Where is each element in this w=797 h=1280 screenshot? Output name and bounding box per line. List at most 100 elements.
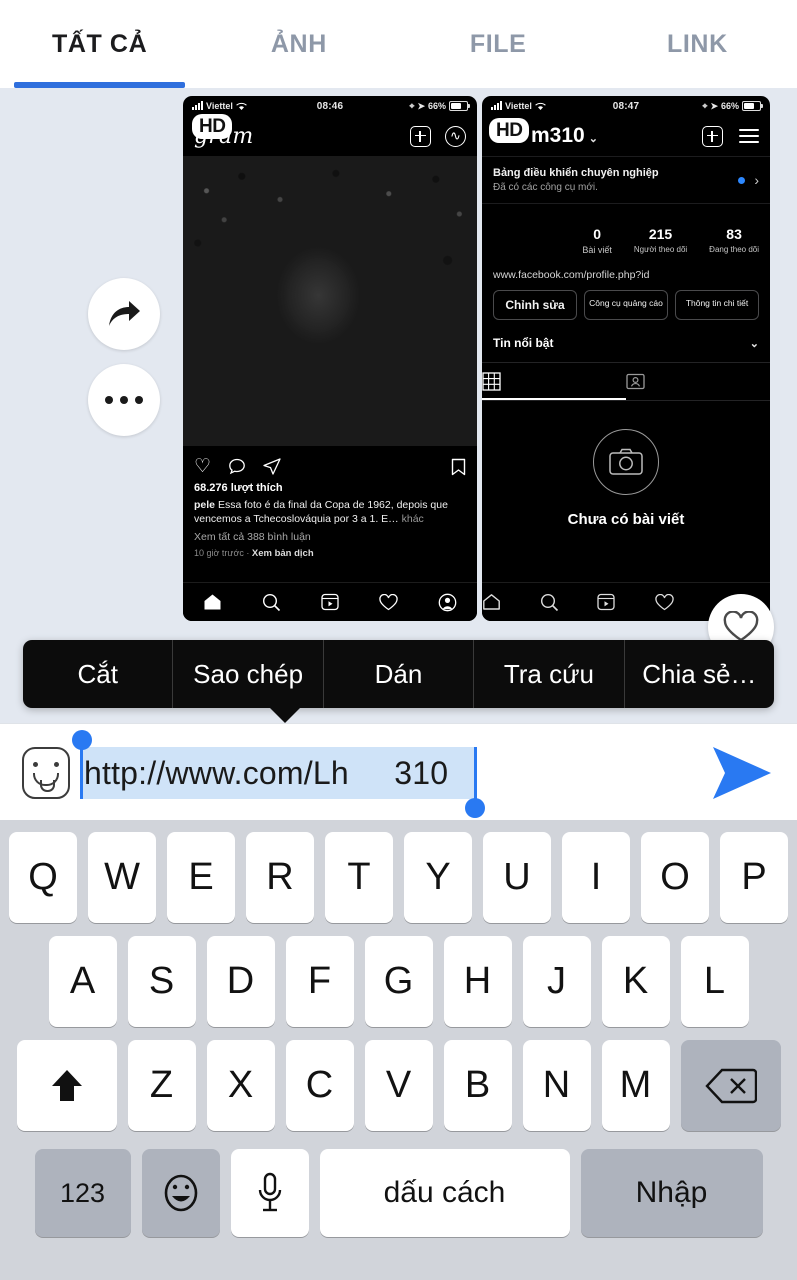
message-attachment-area: Viettel 08:46 ⌖ ➤ 66% HD gram ∿ bbox=[0, 88, 797, 723]
key-k[interactable]: K bbox=[601, 936, 670, 1027]
key-b[interactable]: B bbox=[443, 1040, 512, 1131]
key-n[interactable]: N bbox=[522, 1040, 591, 1131]
key-v[interactable]: V bbox=[364, 1040, 433, 1131]
pro-banner-indicator: › bbox=[738, 172, 759, 188]
key-i[interactable]: I bbox=[562, 832, 630, 923]
see-translation-link[interactable]: Xem bản dịch bbox=[252, 548, 314, 559]
stat-followers[interactable]: 215 Người theo dõi bbox=[634, 226, 687, 255]
menu-item-lookup[interactable]: Tra cứu bbox=[474, 640, 625, 708]
selection-start-handle[interactable] bbox=[72, 730, 92, 750]
selection-end-handle[interactable] bbox=[465, 798, 485, 818]
tab-tagged[interactable] bbox=[626, 363, 770, 400]
key-x[interactable]: X bbox=[206, 1040, 275, 1131]
profile-icon[interactable] bbox=[438, 593, 457, 612]
menu-item-cut[interactable]: Cắt bbox=[23, 640, 174, 708]
shift-key[interactable] bbox=[16, 1040, 117, 1131]
caption-author[interactable]: pele bbox=[194, 499, 215, 511]
tab-grid[interactable] bbox=[482, 363, 626, 400]
battery-percent: 66% bbox=[721, 101, 740, 111]
key-z[interactable]: Z bbox=[127, 1040, 196, 1131]
search-icon[interactable] bbox=[262, 593, 281, 612]
key-t[interactable]: T bbox=[325, 832, 393, 923]
dictation-key[interactable] bbox=[230, 1149, 309, 1237]
instagram-post-actions: ♡ bbox=[183, 446, 477, 482]
heart-icon[interactable] bbox=[655, 593, 713, 611]
key-g[interactable]: G bbox=[364, 936, 433, 1027]
attachment-screenshot-profile[interactable]: Viettel 08:47 ⌖ ➤ 66% HD m310 ⌄ Bảng điề… bbox=[482, 96, 770, 621]
save-icon[interactable] bbox=[451, 458, 466, 476]
emoji-keyboard-key[interactable] bbox=[141, 1149, 220, 1237]
key-j[interactable]: J bbox=[522, 936, 591, 1027]
menu-icon[interactable] bbox=[739, 129, 759, 143]
home-icon[interactable] bbox=[203, 593, 222, 611]
key-f[interactable]: F bbox=[285, 936, 354, 1027]
forward-arrow-icon bbox=[107, 299, 141, 329]
forward-button[interactable] bbox=[88, 278, 160, 350]
stat-following-label: Đang theo dõi bbox=[709, 245, 759, 254]
profile-name-block[interactable]: HD m310 ⌄ bbox=[489, 118, 598, 148]
menu-item-share[interactable]: Chia sẻ… bbox=[625, 640, 774, 708]
key-p[interactable]: P bbox=[720, 832, 788, 923]
status-bar-right: ⌖ ➤ 66% bbox=[343, 101, 471, 112]
backspace-key[interactable] bbox=[680, 1040, 781, 1131]
message-text-field[interactable]: http://www.com/Lh 310 bbox=[72, 724, 687, 821]
more-options-button[interactable] bbox=[88, 364, 160, 436]
view-comments-link[interactable]: Xem tất cả 388 bình luận bbox=[194, 531, 466, 543]
tab-all[interactable]: TẤT CẢ bbox=[0, 0, 199, 88]
numbers-key[interactable]: 123 bbox=[34, 1149, 131, 1237]
instagram-header: HD gram ∿ bbox=[183, 113, 477, 156]
tab-links[interactable]: LINK bbox=[598, 0, 797, 88]
enter-key[interactable]: Nhập bbox=[580, 1149, 763, 1237]
emoji-sticker-button[interactable] bbox=[22, 746, 70, 799]
attachment-filter-tabs: TẤT CẢ ẢNH FILE LINK bbox=[0, 0, 797, 88]
share-icon[interactable] bbox=[263, 457, 281, 476]
carrier-label: Viettel bbox=[206, 101, 233, 111]
caption-more-link[interactable]: khác bbox=[402, 513, 424, 525]
key-w[interactable]: W bbox=[88, 832, 156, 923]
like-icon[interactable]: ♡ bbox=[194, 455, 211, 478]
add-post-icon[interactable] bbox=[702, 125, 723, 147]
reels-icon[interactable] bbox=[597, 593, 655, 611]
more-options-icon bbox=[105, 396, 143, 404]
key-u[interactable]: U bbox=[483, 832, 551, 923]
key-r[interactable]: R bbox=[246, 832, 314, 923]
insights-button[interactable]: Thông tin chi tiết bbox=[675, 290, 759, 320]
ad-tools-button[interactable]: Công cụ quảng cáo bbox=[584, 290, 668, 320]
profile-stats: 0 Bài viết 215 Người theo dõi 83 Đang th… bbox=[482, 204, 770, 269]
key-a[interactable]: A bbox=[48, 936, 117, 1027]
key-m[interactable]: M bbox=[601, 1040, 670, 1131]
professional-dashboard-banner[interactable]: Bảng điều khiển chuyên nghiệp Đã có các … bbox=[482, 156, 770, 204]
menu-item-copy[interactable]: Sao chép bbox=[173, 640, 324, 708]
stat-posts[interactable]: 0 Bài viết bbox=[582, 226, 612, 255]
like-count: 68.276 lượt thích bbox=[194, 482, 283, 494]
key-e[interactable]: E bbox=[167, 832, 235, 923]
space-key[interactable]: dấu cách bbox=[319, 1149, 570, 1237]
key-l[interactable]: L bbox=[680, 936, 749, 1027]
profile-website-link[interactable]: www.facebook.com/profile.php?id bbox=[482, 269, 770, 290]
key-q[interactable]: Q bbox=[9, 832, 77, 923]
key-y[interactable]: Y bbox=[404, 832, 472, 923]
messenger-icon[interactable]: ∿ bbox=[445, 125, 466, 147]
stat-following[interactable]: 83 Đang theo dõi bbox=[709, 226, 759, 255]
send-icon bbox=[707, 743, 777, 803]
key-o[interactable]: O bbox=[641, 832, 709, 923]
send-button[interactable] bbox=[687, 724, 797, 821]
attachment-screenshot-instagram[interactable]: Viettel 08:46 ⌖ ➤ 66% HD gram ∿ bbox=[183, 96, 477, 621]
reels-icon[interactable] bbox=[321, 593, 339, 611]
menu-item-paste[interactable]: Dán bbox=[324, 640, 475, 708]
home-icon[interactable] bbox=[482, 593, 540, 611]
story-highlights-row[interactable]: Tin nổi bật ⌄ bbox=[482, 332, 770, 363]
key-c[interactable]: C bbox=[285, 1040, 354, 1131]
tab-files[interactable]: FILE bbox=[399, 0, 598, 88]
search-icon[interactable] bbox=[540, 593, 598, 612]
edit-profile-button[interactable]: Chỉnh sửa bbox=[493, 290, 577, 320]
heart-reaction-icon bbox=[723, 611, 759, 643]
key-d[interactable]: D bbox=[206, 936, 275, 1027]
key-s[interactable]: S bbox=[127, 936, 196, 1027]
shift-icon bbox=[46, 1065, 88, 1107]
tab-photos[interactable]: ẢNH bbox=[199, 0, 398, 88]
comment-icon[interactable] bbox=[228, 458, 246, 476]
add-post-icon[interactable] bbox=[410, 125, 431, 147]
heart-icon[interactable] bbox=[379, 593, 398, 611]
key-h[interactable]: H bbox=[443, 936, 512, 1027]
